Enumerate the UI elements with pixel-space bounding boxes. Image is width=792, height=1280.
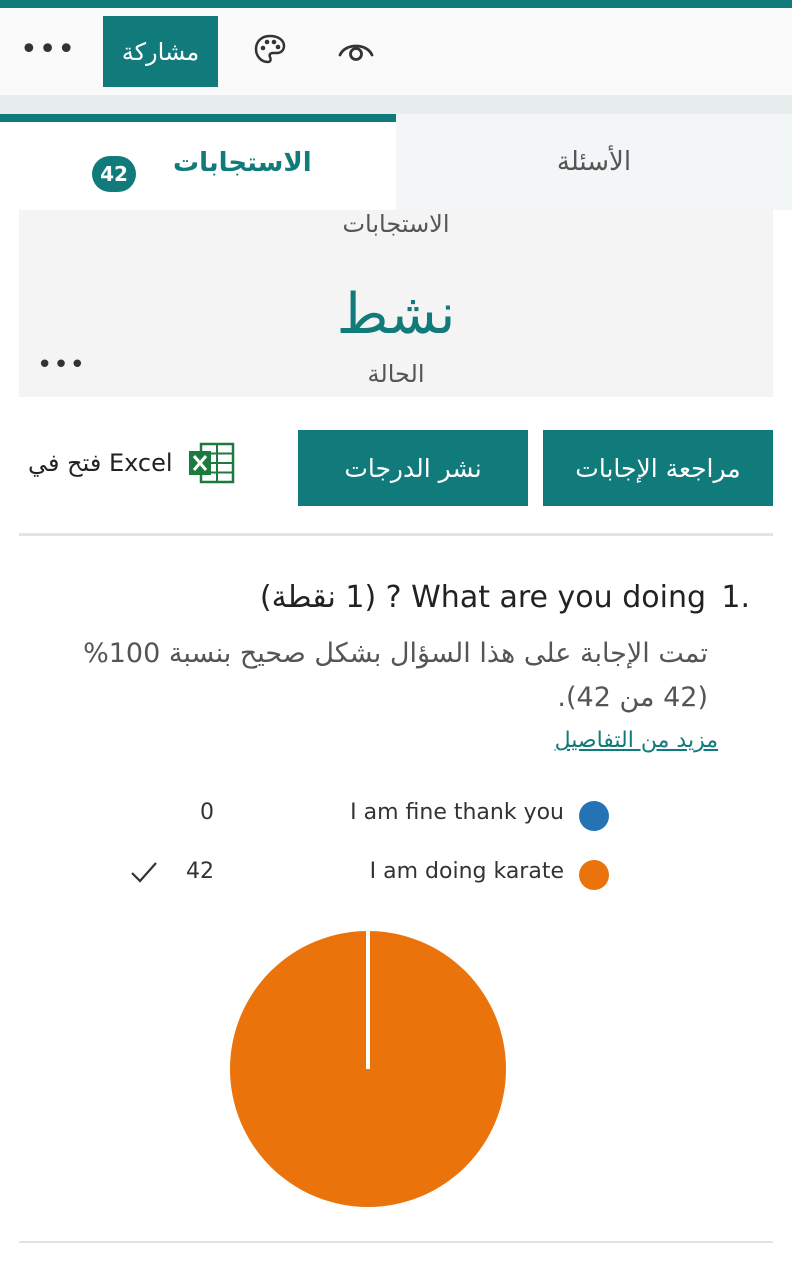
tab-responses[interactable]: الاستجابات 42 bbox=[0, 114, 396, 210]
bottom-divider bbox=[19, 1241, 773, 1243]
review-answers-button[interactable]: مراجعة الإجابات bbox=[543, 430, 773, 506]
more-options-button[interactable]: ••• bbox=[20, 30, 75, 70]
legend-label: I am doing karate bbox=[369, 859, 564, 884]
more-details-link[interactable]: مزيد من التفاصيل bbox=[555, 728, 718, 753]
header-separator bbox=[0, 95, 792, 114]
legend-swatch bbox=[579, 801, 609, 831]
excel-icon bbox=[188, 442, 234, 484]
tab-questions[interactable]: الأسئلة bbox=[396, 114, 792, 210]
status-label: الحالة bbox=[367, 360, 425, 388]
legend-count: 0 bbox=[200, 800, 214, 825]
publish-scores-button[interactable]: نشر الدرجات bbox=[298, 430, 528, 506]
responses-caption: الاستجابات bbox=[342, 210, 450, 238]
open-in-excel-label: فتح في Excel bbox=[28, 449, 173, 477]
tab-bar: الأسئلة الاستجابات 42 bbox=[0, 114, 792, 210]
legend-swatch bbox=[579, 860, 609, 890]
response-pie-chart bbox=[230, 931, 506, 1207]
correct-check-icon bbox=[131, 862, 157, 883]
preview-button[interactable] bbox=[334, 28, 378, 72]
open-in-excel-link[interactable]: فتح في Excel bbox=[28, 438, 235, 488]
card-more-button[interactable]: ••• bbox=[37, 350, 86, 380]
question-number: 1. bbox=[721, 580, 750, 615]
top-toolbar: ••• مشاركة bbox=[0, 0, 792, 95]
status-card: الاستجابات نشط الحالة ••• bbox=[19, 210, 773, 397]
tab-responses-label: الاستجابات bbox=[173, 148, 312, 178]
status-value: نشط bbox=[336, 282, 456, 347]
section-divider bbox=[19, 533, 773, 536]
palette-icon bbox=[254, 34, 286, 64]
tab-questions-label: الأسئلة bbox=[556, 147, 632, 177]
share-button[interactable]: مشاركة bbox=[103, 16, 218, 87]
responses-count-badge: 42 bbox=[92, 156, 136, 192]
theme-button[interactable] bbox=[248, 28, 292, 72]
question-title: What are you doing ? (1 نقطة) bbox=[259, 580, 706, 615]
legend-label: I am fine thank you bbox=[350, 800, 564, 825]
legend-item-option-1: I am fine thank you 0 bbox=[0, 798, 792, 834]
eye-icon bbox=[338, 44, 374, 61]
legend-item-option-2: I am doing karate 42 bbox=[0, 857, 792, 893]
question-summary: تمت الإجابة على هذا السؤال بشكل صحيح بنس… bbox=[83, 638, 708, 713]
